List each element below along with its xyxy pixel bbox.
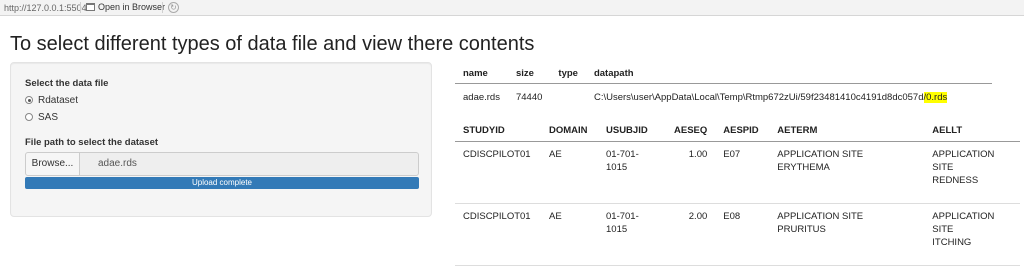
cell-aellt-line2: ITCHING	[932, 237, 972, 248]
cell-aellt: APPLICATION SITE REDNESS	[924, 141, 1021, 204]
cell-studyid: CDISCPILOT01	[455, 203, 541, 266]
cell-usubjid-line1: 01-701-	[606, 211, 639, 222]
header-domain: DOMAIN	[541, 119, 598, 142]
toolbar-divider	[162, 2, 163, 13]
radio-label-sas: SAS	[38, 112, 59, 123]
cell-aeterm-line1: APPLICATION SITE	[777, 211, 864, 222]
cell-name: adae.rds	[463, 91, 500, 103]
cell-usubjid-line2: 1015	[606, 162, 628, 173]
cell-usubjid: 01-701- 1015	[598, 203, 666, 266]
cell-aeterm-line2: PRURITUS	[777, 224, 826, 235]
cell-usubjid-line1: 01-701-	[606, 149, 639, 160]
table-row: CDISCPILOT01 AE 01-701- 1015 1.00 E07 APP…	[455, 141, 1021, 204]
cell-studyid: CDISCPILOT01	[455, 141, 541, 204]
header-type: type	[550, 63, 586, 84]
table-header-row: name size type datapath	[455, 63, 992, 84]
page-title: To select different types of data file a…	[10, 33, 535, 55]
select-file-label: Select the data file	[25, 78, 109, 89]
cell-usubjid: 01-701- 1015	[598, 141, 666, 204]
sidebar-panel: Select the data file Rdataset SAS File p…	[10, 62, 432, 217]
viewer-url: http://127.0.0.1:5504	[4, 3, 87, 13]
radio-selected-icon[interactable]	[25, 96, 33, 104]
file-info-table: name size type datapath adae.rds 74440 C…	[455, 63, 992, 110]
cell-aellt-line2: REDNESS	[932, 175, 979, 186]
cell-aeterm-line1: APPLICATION SITE	[777, 149, 864, 160]
header-aeseq: AESEQ	[666, 119, 716, 142]
file-name-field[interactable]: adae.rds	[79, 152, 419, 176]
datapath-text: C:\Users\user\AppData\Local\Temp\Rtmp672…	[593, 91, 924, 103]
cell-aeterm: APPLICATION SITE PRURITUS	[769, 203, 925, 266]
radio-option-rdataset[interactable]: Rdataset	[25, 95, 78, 106]
header-aellt: AELLT	[924, 119, 1021, 142]
header-name: name	[455, 63, 508, 84]
datapath-highlight: /0.rds	[923, 91, 948, 103]
open-in-browser-button[interactable]: Open in Browser	[86, 2, 165, 12]
data-contents-table: STUDYID DOMAIN USUBJID AESEQ AESPID AETE…	[455, 119, 1021, 266]
cell-aeterm: APPLICATION SITE ERYTHEMA	[769, 141, 925, 204]
file-path-label: File path to select the dataset	[25, 137, 159, 148]
browse-button[interactable]: Browse...	[25, 152, 80, 176]
cell-size: 74440	[515, 91, 543, 103]
cell-type	[550, 84, 586, 111]
radio-option-sas[interactable]: SAS	[25, 112, 58, 123]
viewer-toolbar: http://127.0.0.1:5504 Open in Browser ↻	[0, 0, 1024, 16]
radio-unselected-icon[interactable]	[25, 113, 33, 121]
cell-aeseq: 2.00	[666, 203, 716, 266]
cell-aellt-line1: APPLICATION SITE	[932, 211, 995, 235]
cell-domain: AE	[541, 203, 598, 266]
header-aeterm: AETERM	[769, 119, 925, 142]
cell-datapath: C:\Users\user\AppData\Local\Temp\Rtmp672…	[586, 84, 992, 111]
radio-label-rdataset: Rdataset	[38, 95, 79, 106]
cell-usubjid-line2: 1015	[606, 224, 628, 235]
refresh-icon[interactable]: ↻	[168, 2, 179, 13]
upload-progress-bar: Upload complete	[25, 177, 419, 189]
header-studyid: STUDYID	[455, 119, 541, 142]
cell-aeseq: 1.00	[666, 141, 716, 204]
table-row: adae.rds 74440 C:\Users\user\AppData\Loc…	[455, 84, 992, 111]
header-datapath: datapath	[585, 63, 992, 84]
table-row: CDISCPILOT01 AE 01-701- 1015 2.00 E08 APP…	[455, 203, 1021, 266]
toolbar-divider	[80, 2, 81, 13]
cell-aespid: E08	[715, 203, 770, 266]
cell-aeterm-line2: ERYTHEMA	[777, 162, 830, 173]
window-icon	[86, 3, 95, 11]
cell-domain: AE	[541, 141, 598, 204]
header-usubjid: USUBJID	[598, 119, 666, 142]
cell-aellt: APPLICATION SITE ITCHING	[924, 203, 1021, 266]
header-size: size	[507, 63, 551, 84]
cell-aellt-line1: APPLICATION SITE	[932, 149, 995, 173]
open-in-browser-label: Open in Browser	[98, 2, 166, 12]
upload-progress: Upload complete	[25, 177, 419, 189]
file-input-group: Browse... adae.rds	[25, 152, 419, 176]
table-header-row: STUDYID DOMAIN USUBJID AESEQ AESPID AETE…	[455, 119, 1021, 142]
header-aespid: AESPID	[715, 119, 770, 142]
cell-aespid: E07	[715, 141, 770, 204]
